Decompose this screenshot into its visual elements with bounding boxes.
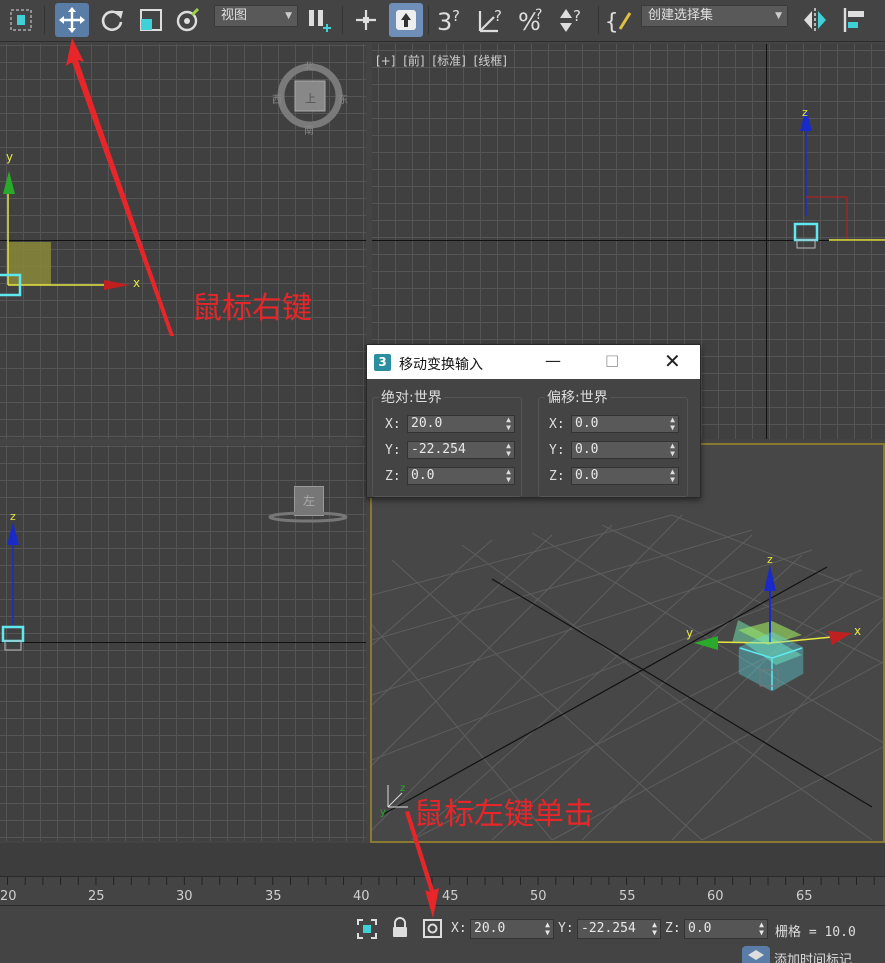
annotation-left-click: 鼠标左键单击	[414, 797, 594, 832]
annotation-right-click: 鼠标右键	[192, 291, 312, 326]
